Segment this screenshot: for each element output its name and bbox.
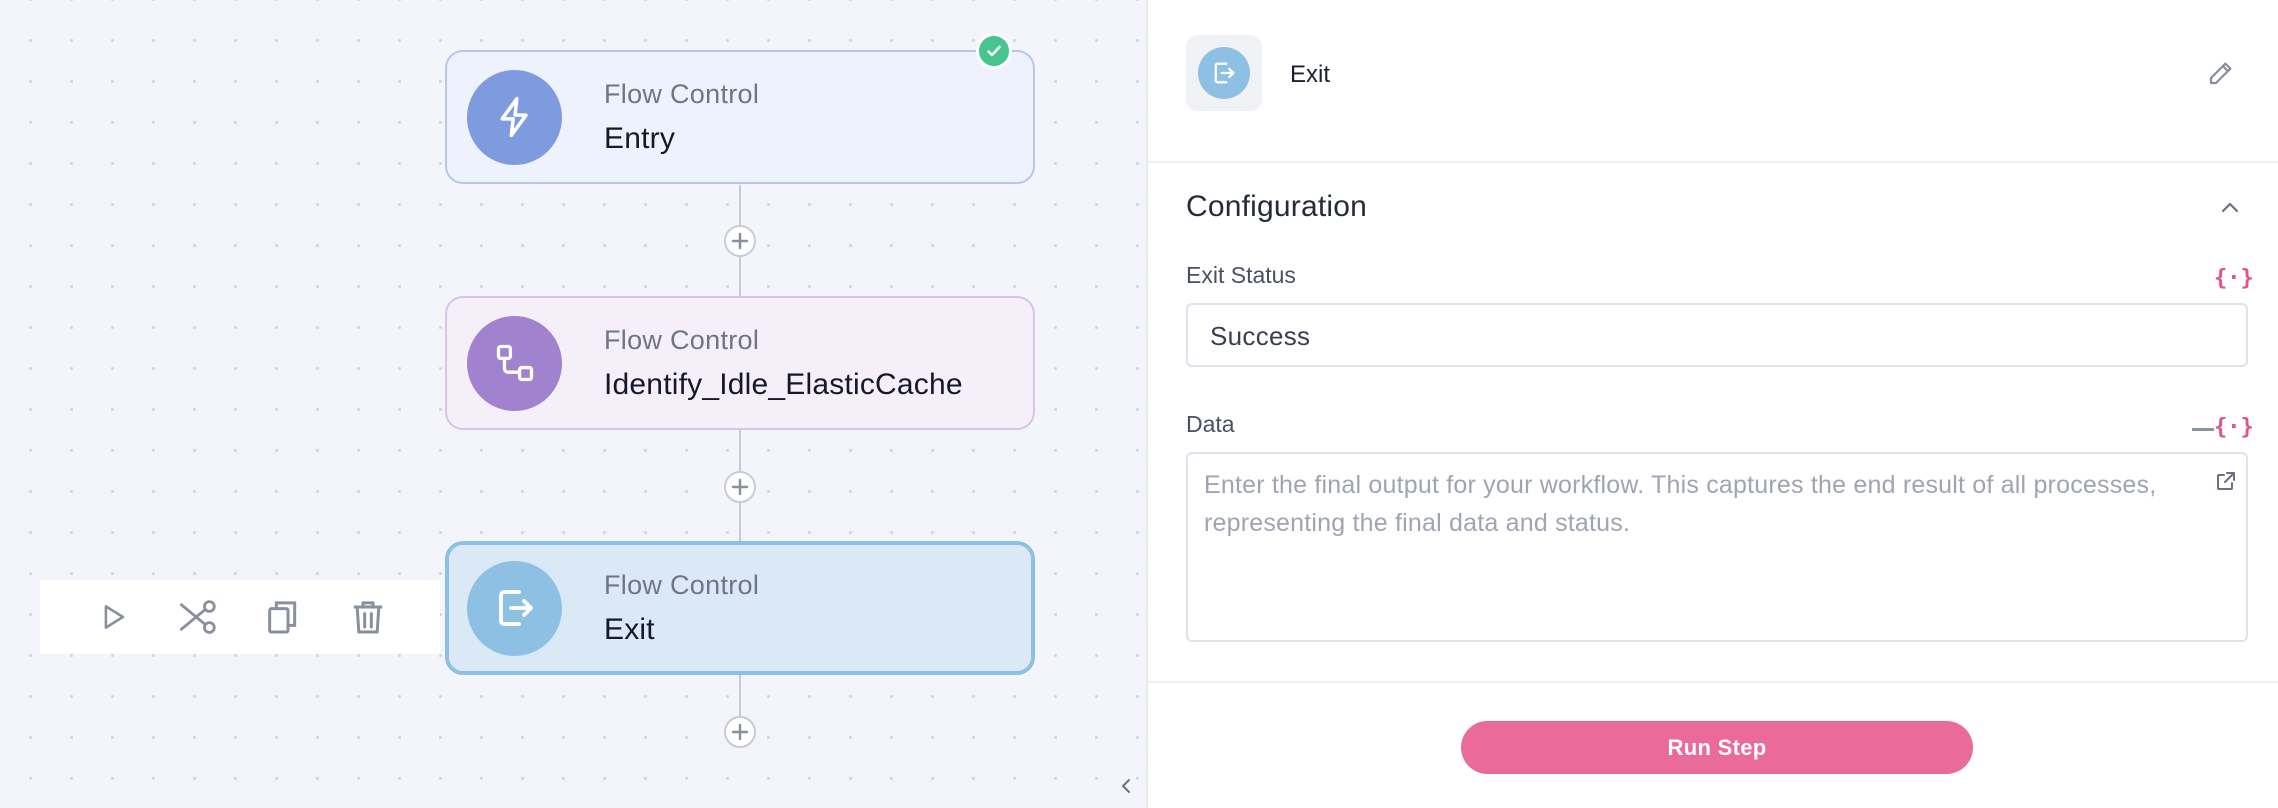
trash-icon bbox=[353, 601, 382, 634]
remove-field-button[interactable] bbox=[2192, 428, 2214, 431]
node-entry[interactable]: Flow Control Entry bbox=[445, 50, 1035, 184]
cut-node-button[interactable] bbox=[174, 593, 222, 641]
panel-header: Exit bbox=[1148, 0, 2278, 163]
node-category: Flow Control bbox=[604, 324, 760, 355]
node-identify-idle-elasticcache[interactable]: Flow Control Identify_Idle_ElasticCache bbox=[445, 296, 1035, 430]
node-icon bbox=[467, 69, 562, 165]
exit-status-field[interactable]: Success bbox=[1186, 303, 2248, 367]
insert-variable-button[interactable]: {·} bbox=[2214, 415, 2254, 440]
run-step-button[interactable]: Run Step bbox=[1461, 721, 1973, 774]
exit-icon bbox=[498, 590, 533, 626]
lightning-icon bbox=[499, 96, 528, 138]
edit-title-button[interactable] bbox=[2206, 58, 2238, 90]
footer-divider bbox=[1148, 681, 2278, 683]
data-placeholder: Enter the final output for your workflow… bbox=[1204, 471, 2157, 537]
duplicate-node-button[interactable] bbox=[259, 593, 307, 641]
workflow-icon bbox=[496, 344, 533, 382]
run-node-button[interactable] bbox=[89, 593, 137, 641]
node-icon bbox=[467, 560, 562, 656]
node-exit[interactable]: Flow Control Exit bbox=[445, 541, 1035, 675]
data-label: Data bbox=[1186, 411, 1235, 437]
play-icon bbox=[104, 605, 124, 629]
exit-status-value: Success bbox=[1210, 321, 1311, 351]
section-title: Configuration bbox=[1186, 190, 1368, 223]
plus-icon bbox=[731, 478, 749, 496]
node-name: Identify_Idle_ElasticCache bbox=[604, 367, 963, 401]
collapse-panel-button[interactable] bbox=[1118, 776, 1134, 801]
step-config-panel: Exit Configuration Exit Status {·} Succe… bbox=[1146, 0, 2278, 808]
chevron-left-icon bbox=[1122, 779, 1130, 793]
panel-title: Exit bbox=[1290, 61, 1331, 88]
node-category: Flow Control bbox=[604, 78, 760, 109]
expand-editor-button[interactable] bbox=[2214, 466, 2238, 504]
shuffle-icon bbox=[179, 600, 216, 634]
step-icon-box bbox=[1186, 35, 1262, 111]
insert-variable-button[interactable]: {·} bbox=[2214, 266, 2254, 291]
exit-status-label: Exit Status bbox=[1186, 262, 1296, 288]
node-category: Flow Control bbox=[604, 569, 760, 600]
collapse-section-button[interactable] bbox=[2218, 196, 2242, 225]
add-step-button[interactable] bbox=[724, 225, 756, 257]
node-icon bbox=[467, 315, 562, 411]
data-field[interactable]: Enter the final output for your workflow… bbox=[1186, 452, 2248, 642]
external-link-icon bbox=[2217, 472, 2235, 490]
node-name: Entry bbox=[604, 121, 676, 155]
checkmark-icon bbox=[987, 45, 1001, 57]
pencil-icon bbox=[2209, 62, 2232, 85]
node-name: Exit bbox=[604, 612, 655, 646]
configuration-section: Configuration bbox=[1186, 190, 2242, 224]
success-badge bbox=[976, 33, 1012, 69]
node-toolbar bbox=[40, 580, 440, 654]
chevron-up-icon bbox=[2221, 202, 2239, 213]
add-step-button[interactable] bbox=[724, 716, 756, 748]
workflow-canvas[interactable]: Flow Control Entry Flow Control Identify… bbox=[0, 0, 1146, 808]
exit-icon bbox=[1214, 62, 1235, 84]
delete-node-button[interactable] bbox=[344, 593, 392, 641]
plus-icon bbox=[731, 232, 749, 250]
add-step-button[interactable] bbox=[724, 471, 756, 503]
copy-icon bbox=[267, 601, 296, 634]
plus-icon bbox=[731, 723, 749, 741]
